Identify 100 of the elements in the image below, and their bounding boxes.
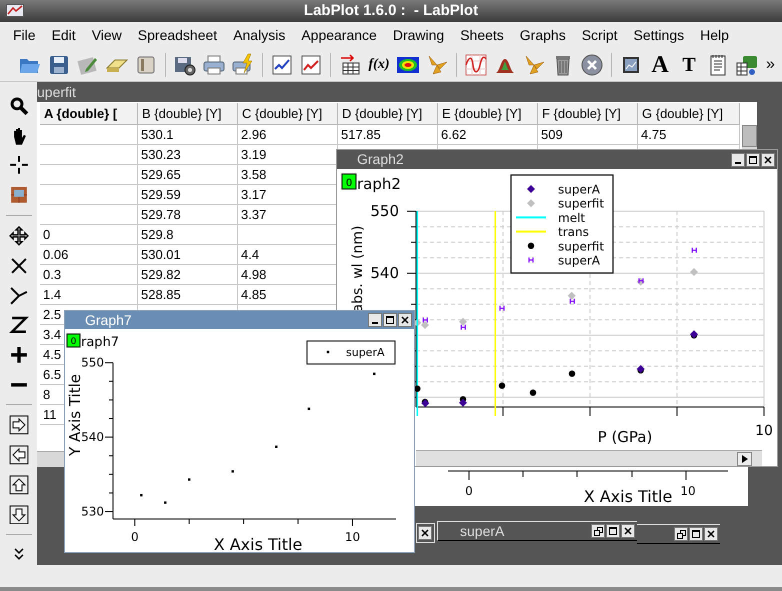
minimize-button[interactable]	[368, 313, 382, 327]
maximize-button[interactable]	[383, 313, 397, 327]
menu-item[interactable]: Settings	[632, 24, 686, 46]
plus-icon[interactable]	[8, 344, 28, 365]
printer-bolt-icon[interactable]	[231, 52, 255, 76]
maximize-icon	[691, 529, 701, 539]
axis-title: X Axis Title	[584, 487, 672, 506]
close-button[interactable]	[398, 313, 412, 327]
close-button[interactable]	[418, 526, 432, 540]
sine-plot-icon[interactable]	[464, 52, 488, 76]
toolbar-overflow-button[interactable]: »	[766, 52, 775, 76]
data-point	[530, 390, 536, 396]
table-arrow-icon[interactable]	[338, 52, 362, 76]
picture-icon[interactable]	[8, 185, 28, 205]
close-icon	[764, 156, 772, 164]
legend-label: superA	[346, 346, 384, 359]
data-point	[636, 278, 645, 286]
menu-item[interactable]: Appearance	[300, 24, 378, 46]
table-cell: 529.82	[138, 265, 238, 285]
move-icon[interactable]	[8, 226, 28, 246]
table-cell: 1.4	[40, 285, 138, 305]
arrow-down-icon[interactable]	[8, 504, 28, 524]
close-icon[interactable]	[580, 52, 604, 76]
restore-icon	[676, 530, 686, 538]
text-button[interactable]: T	[677, 52, 701, 76]
tick-label: 550	[370, 202, 399, 220]
tick-label: 10	[755, 423, 773, 439]
tick-label: 540	[81, 430, 104, 444]
y-axis-icon[interactable]	[8, 285, 28, 306]
arrow-up-icon[interactable]	[8, 474, 28, 495]
data-point	[414, 386, 420, 392]
menu-item[interactable]: View	[90, 24, 123, 46]
vertical-scrollbar[interactable]	[742, 125, 757, 149]
table-cell: 4.75	[638, 125, 740, 145]
minimized-window[interactable]	[416, 523, 435, 543]
minimize-icon	[735, 162, 741, 164]
close-button[interactable]	[621, 524, 635, 538]
minimize-button[interactable]	[731, 152, 745, 166]
minimized-window[interactable]: superA	[437, 521, 637, 541]
legend-label: superA	[558, 182, 600, 196]
menu-item[interactable]: Graphs	[518, 24, 567, 46]
zoom-icon[interactable]	[8, 96, 28, 116]
minimized-window[interactable]	[637, 524, 720, 544]
text-style-button[interactable]: A	[648, 52, 672, 76]
column-header[interactable]: F {double} [Y]	[538, 103, 638, 125]
table-cell: 530.01	[138, 245, 238, 265]
restore-button[interactable]	[674, 527, 688, 541]
x-axis-icon[interactable]	[8, 256, 28, 276]
subwindow-title-bar[interactable]: uperfit	[37, 82, 757, 102]
close-button[interactable]	[704, 527, 718, 541]
tick-label: 0	[465, 484, 473, 498]
maximize-button[interactable]	[689, 527, 703, 541]
column-header[interactable]: G {double} [Y]	[638, 103, 740, 125]
horizontal-scrollbar[interactable]	[416, 450, 762, 466]
function-button[interactable]: f(x)	[367, 52, 391, 76]
table-cell: 529.59	[138, 185, 238, 205]
z-axis-icon[interactable]	[8, 315, 28, 335]
menu-item[interactable]: Help	[699, 24, 730, 46]
column-header[interactable]: E {double} [Y]	[438, 103, 538, 125]
arrow-left-icon[interactable]	[8, 445, 28, 465]
subwindow-title-bar[interactable]: Graph2	[337, 150, 777, 169]
close-icon	[401, 316, 409, 324]
menu-item[interactable]: Analysis	[232, 24, 286, 46]
chart-title: raph2	[357, 175, 401, 193]
tick-label: 530	[81, 504, 104, 519]
column-header[interactable]: C {double} [Y]	[238, 103, 338, 125]
legend-label: melt	[558, 210, 586, 225]
line-chart-icon[interactable]	[270, 52, 294, 76]
chart-badge[interactable]	[342, 174, 356, 190]
maximize-button[interactable]	[746, 152, 760, 166]
line-chart-icon[interactable]	[299, 52, 323, 76]
menu-item[interactable]: Drawing	[392, 24, 446, 46]
horizontal-scrollbar[interactable]	[37, 451, 64, 467]
print-icon[interactable]	[202, 52, 226, 76]
table-cell: 530.23	[138, 145, 238, 165]
minimize-icon	[372, 322, 378, 324]
legend-symbol-icon	[326, 350, 330, 354]
app-icon[interactable]	[6, 4, 24, 17]
menu-item[interactable]: Spreadsheet	[136, 24, 218, 46]
menu-item[interactable]: Sheets	[459, 24, 505, 46]
arrow-right-icon[interactable]	[8, 415, 28, 436]
column-header[interactable]: D {double} [Y]	[338, 103, 438, 125]
column-header[interactable]: A {double} [	[40, 103, 138, 125]
table-cell: 0	[40, 225, 138, 245]
maximize-button[interactable]	[606, 524, 620, 538]
close-icon	[707, 530, 715, 538]
table-cell: 0.3	[40, 265, 138, 285]
close-button[interactable]	[761, 152, 775, 166]
data-point	[568, 370, 576, 377]
tick-label: 0	[130, 530, 139, 544]
column-header[interactable]: B {double} [Y]	[138, 103, 238, 125]
crosshair-icon[interactable]	[8, 155, 28, 176]
scroll-right-button[interactable]	[737, 452, 752, 466]
axis-title: P (GPa)	[598, 428, 652, 446]
menu-item[interactable]: File	[12, 24, 37, 46]
tick-label: 10	[344, 530, 360, 544]
chart-badge[interactable]	[66, 334, 80, 348]
menu-item[interactable]: Script	[580, 24, 619, 46]
menu-item[interactable]: Edit	[50, 24, 77, 46]
restore-button[interactable]	[591, 524, 605, 538]
